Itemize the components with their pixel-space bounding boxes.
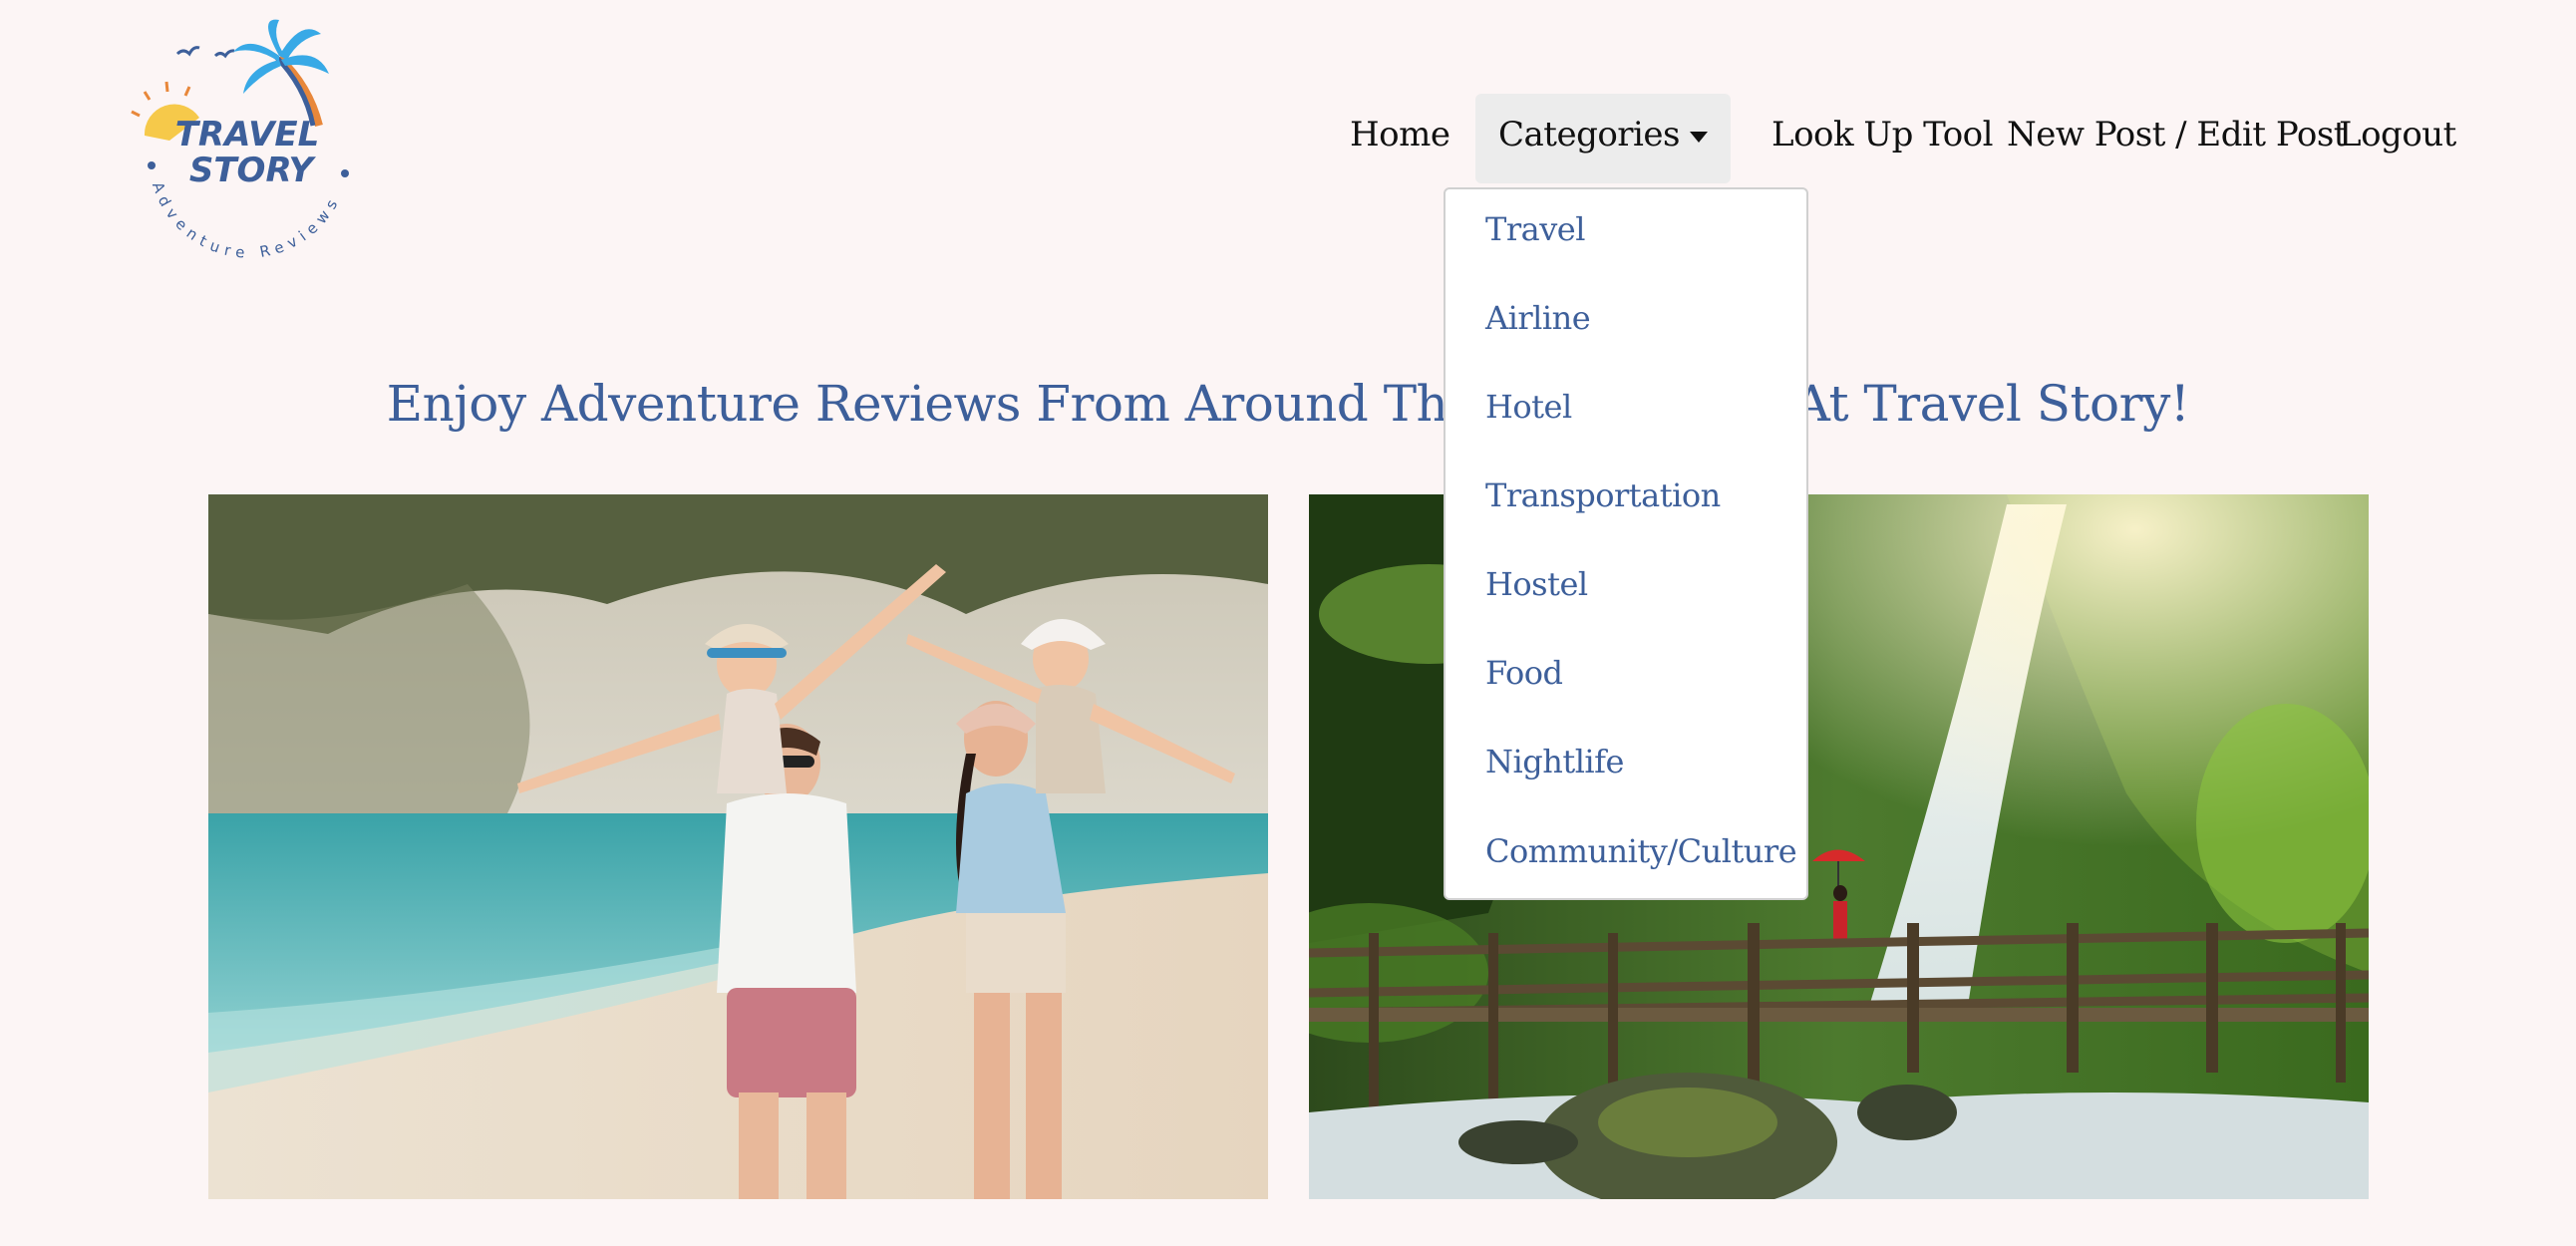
logo-tagline: Adventure Reviews [149, 179, 338, 261]
nav-new-post-link[interactable]: New Post / Edit Post [2007, 94, 2347, 183]
dropdown-item-airline[interactable]: Airline [1485, 288, 1591, 348]
dropdown-item-travel[interactable]: Travel [1485, 199, 1585, 259]
svg-text:Adventure Reviews: Adventure Reviews [149, 179, 344, 261]
dropdown-item-transportation[interactable]: Transportation [1485, 466, 1721, 525]
categories-dropdown-menu: Travel Airline Hotel Transportation Host… [1444, 187, 1808, 900]
page-headline: Enjoy Adventure Reviews From Around The … [386, 375, 2190, 433]
nav-home-link[interactable]: Home [1350, 94, 1450, 183]
main-nav: Home Categories Look Up Tool New Post / … [0, 94, 2576, 183]
dropdown-item-hotel[interactable]: Hotel [1485, 377, 1572, 437]
dropdown-item-hostel[interactable]: Hostel [1485, 554, 1588, 614]
caret-down-icon [1690, 131, 1708, 143]
family-beach-photo [208, 494, 1268, 1199]
dropdown-item-food[interactable]: Food [1485, 643, 1563, 703]
dropdown-item-nightlife[interactable]: Nightlife [1485, 732, 1624, 791]
dropdown-item-community-culture[interactable]: Community/Culture [1485, 821, 1797, 881]
family-beach-image [208, 494, 1268, 1199]
nav-categories-dropdown[interactable]: Categories [1475, 94, 1731, 183]
nav-logout-link[interactable]: Logout [2339, 94, 2456, 183]
nav-lookup-link[interactable]: Look Up Tool [1771, 94, 1994, 183]
nav-categories-label: Categories [1498, 115, 1681, 155]
